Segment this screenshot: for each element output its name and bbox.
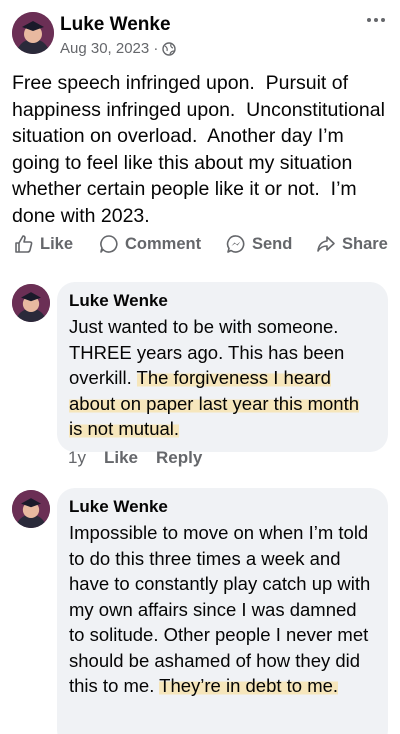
like-button[interactable]: Like: [14, 234, 73, 254]
more-options-button[interactable]: [364, 10, 388, 30]
send-button[interactable]: Send: [226, 234, 292, 254]
comment-text: Impossible to move on when I’m told to d…: [69, 520, 376, 699]
comment-label: Comment: [125, 234, 202, 253]
share-button[interactable]: Share: [316, 234, 388, 254]
post-action-bar: Like Comment Send Share: [0, 234, 400, 262]
author-avatar[interactable]: [12, 12, 54, 54]
more-dot: [381, 18, 385, 22]
more-horizontal-icon: [367, 18, 371, 22]
comment-reply-button[interactable]: Reply: [156, 448, 202, 468]
post-author-name[interactable]: Luke Wenke: [60, 14, 171, 36]
comment-text: Just wanted to be with someone. THREE ye…: [69, 314, 376, 442]
post-header: Luke Wenke Aug 30, 2023 ·: [0, 0, 400, 64]
commenter-avatar[interactable]: [12, 490, 50, 528]
comment-time[interactable]: 1y: [68, 448, 86, 468]
comment-text-plain: Impossible to move on when I’m told to d…: [69, 522, 371, 696]
post-meta: Aug 30, 2023 ·: [60, 40, 177, 57]
comment-actions: 1y Like Reply: [68, 448, 202, 468]
globe-icon: [162, 41, 177, 56]
post-date[interactable]: Aug 30, 2023 ·: [60, 40, 158, 57]
comment-button[interactable]: Comment: [99, 234, 201, 254]
comment-icon: [100, 235, 118, 253]
comment-author[interactable]: Luke Wenke: [69, 290, 376, 312]
comment-bubble: Luke Wenke Just wanted to be with someon…: [57, 282, 388, 452]
comment-text-highlighted: They’re in debt to me.: [159, 675, 339, 696]
share-label: Share: [342, 234, 388, 253]
comment-like-button[interactable]: Like: [104, 448, 138, 468]
send-label: Send: [252, 234, 293, 253]
like-label: Like: [40, 234, 74, 253]
comment-author[interactable]: Luke Wenke: [69, 496, 376, 518]
share-icon: [317, 236, 335, 252]
post-text: Free speech infringed upon. Pursuit of h…: [12, 72, 391, 227]
comment-bubble: Luke Wenke Impossible to move on when I’…: [57, 488, 388, 734]
thumbs-up-icon: [15, 235, 33, 253]
commenter-avatar[interactable]: [12, 284, 50, 322]
messenger-icon: [226, 235, 245, 253]
more-dot: [374, 18, 378, 22]
